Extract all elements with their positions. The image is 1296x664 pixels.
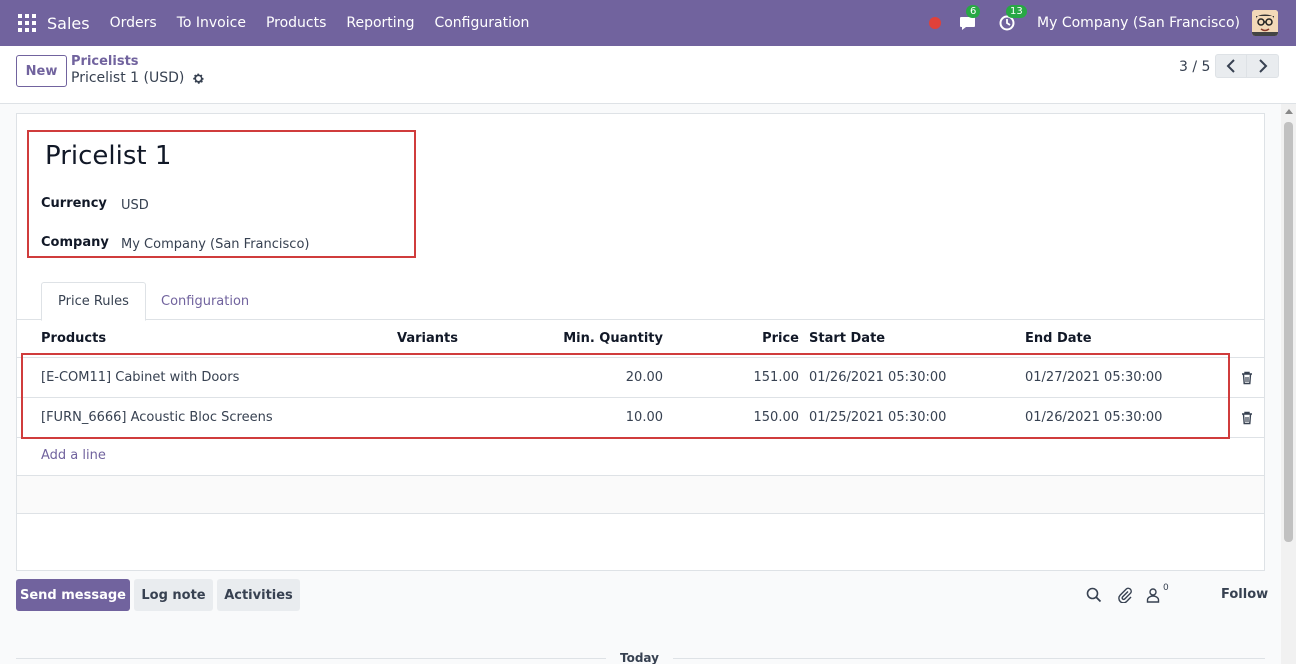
cell-start-date: 01/26/2021 05:30:00	[809, 370, 947, 385]
table-row[interactable]: [FURN_6666] Acoustic Bloc Screens 10.00 …	[17, 398, 1264, 438]
company-label: Company	[41, 235, 109, 250]
page-scrollbar[interactable]	[1281, 104, 1296, 664]
record-dot-icon[interactable]	[929, 17, 942, 29]
tab-configuration[interactable]: Configuration	[145, 282, 265, 321]
currency-label: Currency	[41, 196, 107, 211]
col-end-date[interactable]: End Date	[1025, 331, 1092, 346]
breadcrumb-parent[interactable]: Pricelists	[71, 54, 139, 69]
breadcrumb-current: Pricelist 1 (USD)	[71, 70, 205, 86]
scroll-up-icon[interactable]	[1285, 109, 1293, 114]
top-navbar: Sales Orders To Invoice Products Reporti…	[0, 0, 1296, 46]
table-header: Products Variants Min. Quantity Price St…	[17, 320, 1264, 358]
pager-previous-button[interactable]	[1215, 54, 1247, 78]
cell-product: [FURN_6666] Acoustic Bloc Screens	[41, 410, 273, 425]
cell-price: 151.00	[753, 370, 800, 385]
cell-product: [E-COM11] Cabinet with Doors	[41, 370, 240, 385]
systray: 6 13 My Company (San Francisco)	[929, 0, 1278, 46]
trash-icon[interactable]	[1241, 411, 1253, 425]
activities-button[interactable]: Activities	[217, 579, 300, 611]
col-products[interactable]: Products	[41, 331, 106, 346]
menu-to-invoice[interactable]: To Invoice	[177, 15, 246, 31]
paperclip-icon[interactable]	[1117, 587, 1133, 603]
breadcrumb-current-label: Pricelist 1 (USD)	[71, 70, 185, 86]
menu-products[interactable]: Products	[266, 15, 326, 31]
col-start-date[interactable]: Start Date	[809, 331, 885, 346]
tab-price-rules[interactable]: Price Rules	[41, 282, 146, 321]
add-line-link[interactable]: Add a line	[41, 448, 106, 463]
add-line-row	[17, 438, 1264, 476]
main-menu: Orders To Invoice Products Reporting Con…	[110, 15, 550, 31]
today-label: Today	[606, 651, 673, 664]
chevron-right-icon	[1258, 59, 1267, 73]
col-min-quantity[interactable]: Min. Quantity	[563, 331, 663, 346]
cell-start-date: 01/25/2021 05:30:00	[809, 410, 947, 425]
col-price[interactable]: Price	[719, 331, 799, 346]
activities-button[interactable]: 13	[997, 5, 1027, 33]
follower-count: 0	[1163, 583, 1169, 593]
chatter-toolbar: Send message Log note Activities 0 Follo…	[16, 579, 1268, 611]
trash-icon[interactable]	[1241, 371, 1253, 385]
table-row[interactable]: [E-COM11] Cabinet with Doors 20.00 151.0…	[17, 358, 1264, 398]
company-switcher[interactable]: My Company (San Francisco)	[1037, 15, 1240, 31]
menu-orders[interactable]: Orders	[110, 15, 157, 31]
col-variants[interactable]: Variants	[397, 331, 458, 346]
new-button[interactable]: New	[16, 55, 67, 87]
user-avatar[interactable]	[1252, 10, 1278, 36]
form-sheet: Pricelist 1 Currency USD Company My Comp…	[16, 113, 1265, 571]
app-grid-icon[interactable]	[18, 14, 36, 32]
user-avatar-icon	[1252, 10, 1278, 36]
record-title[interactable]: Pricelist 1	[45, 141, 171, 171]
chevron-left-icon	[1226, 59, 1235, 73]
pager-buttons	[1215, 54, 1279, 78]
search-icon[interactable]	[1086, 587, 1102, 603]
menu-reporting[interactable]: Reporting	[346, 15, 414, 31]
pager-next-button[interactable]	[1247, 54, 1279, 78]
scroll-thumb[interactable]	[1284, 122, 1293, 542]
app-name[interactable]: Sales	[47, 14, 90, 33]
pager-value[interactable]: 3 / 5	[1179, 59, 1210, 75]
control-panel: New Pricelists Pricelist 1 (USD) 3 / 5	[0, 46, 1296, 104]
cell-min-qty: 20.00	[625, 370, 663, 385]
currency-field[interactable]: USD	[121, 198, 149, 213]
follow-button[interactable]: Follow	[1221, 587, 1268, 602]
user-icon[interactable]	[1145, 587, 1161, 603]
gear-icon[interactable]	[192, 72, 205, 85]
messages-badge: 6	[966, 5, 981, 18]
log-note-button[interactable]: Log note	[134, 579, 213, 611]
empty-table-row	[17, 476, 1264, 514]
send-message-button[interactable]: Send message	[16, 579, 130, 611]
notebook-tabs: Price Rules Configuration	[17, 282, 1264, 321]
cell-price: 150.00	[753, 410, 800, 425]
menu-configuration[interactable]: Configuration	[434, 15, 529, 31]
activities-badge: 13	[1006, 5, 1027, 18]
messages-button[interactable]: 6	[957, 5, 981, 33]
cell-end-date: 01/26/2021 05:30:00	[1025, 410, 1163, 425]
cell-min-qty: 10.00	[625, 410, 663, 425]
cell-end-date: 01/27/2021 05:30:00	[1025, 370, 1163, 385]
company-field[interactable]: My Company (San Francisco)	[121, 237, 309, 252]
